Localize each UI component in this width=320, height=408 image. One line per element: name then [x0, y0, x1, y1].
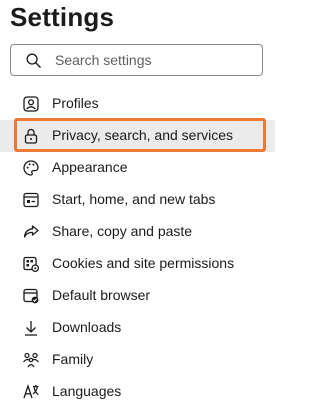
browser-icon — [22, 287, 40, 305]
language-icon — [22, 383, 40, 401]
sidebar-item-cookies[interactable]: Cookies and site permissions — [0, 248, 275, 280]
page-title: Settings — [10, 2, 115, 32]
palette-icon — [22, 159, 40, 177]
search-icon — [25, 52, 42, 69]
settings-nav: Profiles Privacy, search, and services A… — [0, 88, 275, 408]
sidebar-item-label: Downloads — [52, 319, 122, 335]
sidebar-item-start-home[interactable]: Start, home, and new tabs — [0, 184, 275, 216]
lock-icon — [22, 127, 40, 145]
sidebar-item-label: Languages — [52, 383, 122, 399]
window-icon — [22, 191, 40, 209]
sidebar-item-languages[interactable]: Languages — [0, 376, 275, 408]
cookies-permissions-icon — [22, 255, 40, 273]
sidebar-item-downloads[interactable]: Downloads — [0, 312, 275, 344]
family-icon — [22, 351, 40, 369]
sidebar-item-label: Start, home, and new tabs — [52, 191, 216, 207]
sidebar-item-family[interactable]: Family — [0, 344, 275, 376]
sidebar-item-label: Privacy, search, and services — [52, 127, 234, 143]
sidebar-item-appearance[interactable]: Appearance — [0, 152, 275, 184]
sidebar-item-privacy[interactable]: Privacy, search, and services — [0, 120, 275, 152]
sidebar-item-label: Family — [52, 351, 94, 367]
search-box[interactable] — [10, 44, 263, 76]
sidebar-item-label: Cookies and site permissions — [52, 255, 235, 271]
sidebar-item-default-browser[interactable]: Default browser — [0, 280, 275, 312]
profile-icon — [22, 95, 40, 113]
search-input[interactable] — [55, 50, 251, 70]
sidebar-item-label: Default browser — [52, 287, 151, 303]
sidebar-item-label: Share, copy and paste — [52, 223, 193, 239]
download-icon — [22, 319, 40, 337]
sidebar-item-share-copy-paste[interactable]: Share, copy and paste — [0, 216, 275, 248]
sidebar-item-label: Appearance — [52, 159, 128, 175]
sidebar-item-label: Profiles — [52, 95, 99, 111]
sidebar-item-profiles[interactable]: Profiles — [0, 88, 275, 120]
share-icon — [22, 223, 40, 241]
